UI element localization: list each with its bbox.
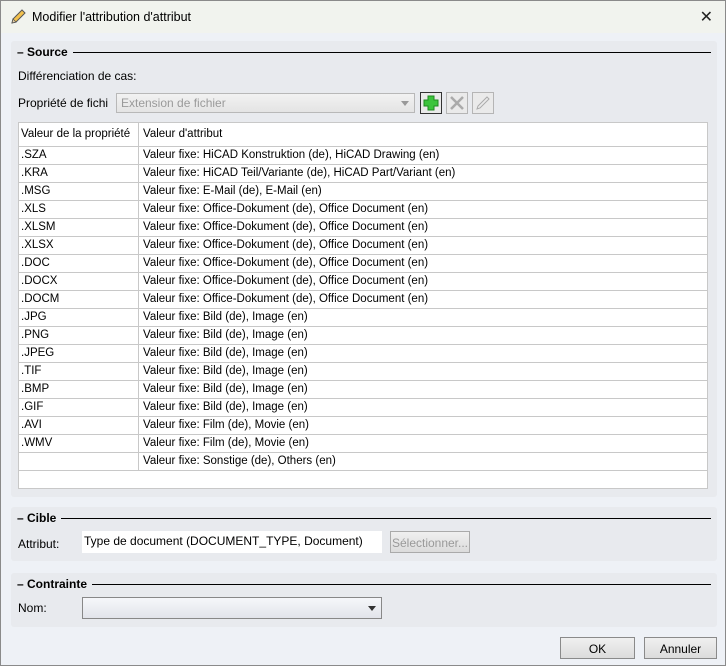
table-row[interactable]: .MSG Valeur fixe: E-Mail (de), E-Mail (en… [19,183,707,201]
table-row[interactable]: .DOCX Valeur fixe: Office-Dokument (de), … [19,273,707,291]
add-button[interactable] [420,92,442,114]
close-icon[interactable]: ✕ [700,7,713,27]
property-value-cell: .XLSM [19,219,139,236]
attribute-value-cell: Valeur fixe: HiCAD Konstruktion (de), Hi… [143,149,440,161]
source-heading: Source [27,45,68,59]
attribute-value-cell: Valeur fixe: Bild (de), Image (en) [143,329,308,341]
table-row[interactable]: .WMV Valeur fixe: Film (de), Movie (en) [19,435,707,453]
table-row[interactable]: .PNG Valeur fixe: Bild (de), Image (en) [19,327,707,345]
property-value-cell: .AVI [19,417,139,434]
table-row[interactable]: .KRA Valeur fixe: HiCAD Teil/Variante (de… [19,165,707,183]
attribute-value-cell: Valeur fixe: Film (de), Movie (en) [143,437,309,449]
table-row[interactable]: .XLSX Valeur fixe: Office-Dokument (de), … [19,237,707,255]
property-value-cell: .WMV [19,435,139,452]
table-row[interactable]: .SZA Valeur fixe: HiCAD Konstruktion (de)… [19,147,707,165]
target-heading: Cible [27,511,57,525]
property-value-cell: .PNG [19,327,139,344]
table-row[interactable]: .TIF Valeur fixe: Bild (de), Image (en) [19,363,707,381]
name-combo[interactable] [82,597,382,619]
table-row[interactable]: .JPG Valeur fixe: Bild (de), Image (en) [19,309,707,327]
property-value-cell: .MSG [19,183,139,200]
select-button[interactable]: Sélectionner... [390,531,470,553]
x-icon [450,96,464,110]
cancel-button[interactable]: Annuler [644,637,717,659]
table-row[interactable]: .AVI Valeur fixe: Film (de), Movie (en) [19,417,707,435]
chevron-down-icon [368,606,376,611]
ok-button[interactable]: OK [560,637,635,659]
property-value: Extension de fichier [121,96,226,110]
edit-button[interactable] [472,92,494,114]
chevron-down-icon [401,101,409,106]
attribute-value-cell: Valeur fixe: HiCAD Teil/Variante (de), H… [143,167,456,179]
pencil-icon [476,96,490,110]
column-header-property[interactable]: Valeur de la propriété [19,123,139,146]
attribute-value-cell: Valeur fixe: Office-Dokument (de), Offic… [143,221,429,233]
attribute-value-cell: Valeur fixe: Film (de), Movie (en) [143,419,309,431]
attribute-value-cell: Valeur fixe: Office-Dokument (de), Offic… [143,239,429,251]
attribute-value-cell: Valeur fixe: Bild (de), Image (en) [143,383,308,395]
mapping-table: Valeur de la propriété Valeur d'attribut… [18,122,708,489]
property-value-cell: .TIF [19,363,139,380]
dialog: Modifier l'attribution d'attribut ✕ – So… [0,0,726,666]
property-value-cell: .DOC [19,255,139,272]
attribute-value-cell: Valeur fixe: Bild (de), Image (en) [143,311,308,323]
attribute-value-cell: Valeur fixe: Office-Dokument (de), Offic… [143,203,429,215]
plus-icon [423,95,439,111]
pencil-icon [11,9,26,24]
table-header: Valeur de la propriété Valeur d'attribut [19,123,707,147]
property-value-cell: .SZA [19,147,139,164]
table-row[interactable]: Valeur fixe: Sonstige (de), Others (en) [19,453,707,471]
table-row[interactable]: .DOCM Valeur fixe: Office-Dokument (de), … [19,291,707,309]
table-row[interactable]: .GIF Valeur fixe: Bild (de), Image (en) [19,399,707,417]
table-row[interactable]: .BMP Valeur fixe: Bild (de), Image (en) [19,381,707,399]
attribute-value-cell: Valeur fixe: Office-Dokument (de), Offic… [143,293,429,305]
attribute-value-cell: Valeur fixe: Bild (de), Image (en) [143,365,308,377]
constraint-group: – Contrainte Nom: [11,573,717,627]
column-header-attribute[interactable]: Valeur d'attribut [139,123,707,146]
target-group: – Cible Attribut: Type de document (DOCU… [11,507,717,561]
attribute-value-cell: Valeur fixe: E-Mail (de), E-Mail (en) [143,185,322,197]
table-row[interactable]: .XLS Valeur fixe: Office-Dokument (de), O… [19,201,707,219]
title-bar: Modifier l'attribution d'attribut ✕ [1,1,725,33]
attribute-value-cell: Valeur fixe: Bild (de), Image (en) [143,401,308,413]
property-value-cell: .JPEG [19,345,139,362]
property-value-cell: .DOCM [19,291,139,308]
constraint-heading: Contrainte [27,577,88,591]
attribute-label: Attribut: [18,537,60,551]
case-label: Différenciation de cas: [18,69,137,83]
property-value-cell: .JPG [19,309,139,326]
property-value-cell: .BMP [19,381,139,398]
attribute-value-cell: Valeur fixe: Sonstige (de), Others (en) [143,455,336,467]
dialog-title: Modifier l'attribution d'attribut [32,10,192,24]
property-value-cell: .DOCX [19,273,139,290]
name-label: Nom: [18,601,47,615]
property-label: Propriété de fichi [18,96,109,110]
attribute-value-cell: Valeur fixe: Office-Dokument (de), Offic… [143,257,429,269]
property-combo[interactable]: Extension de fichier [116,93,415,113]
property-value-cell [19,453,139,470]
property-value-cell: .XLS [19,201,139,218]
table-row[interactable]: .JPEG Valeur fixe: Bild (de), Image (en) [19,345,707,363]
property-value-cell: .KRA [19,165,139,182]
table-row[interactable]: .DOC Valeur fixe: Office-Dokument (de), O… [19,255,707,273]
attribute-value-cell: Valeur fixe: Bild (de), Image (en) [143,347,308,359]
table-row[interactable]: .XLSM Valeur fixe: Office-Dokument (de), … [19,219,707,237]
property-value-cell: .XLSX [19,237,139,254]
delete-button[interactable] [446,92,468,114]
attribute-value-cell: Valeur fixe: Office-Dokument (de), Offic… [143,275,429,287]
property-value-cell: .GIF [19,399,139,416]
attribute-field[interactable]: Type de document (DOCUMENT_TYPE, Documen… [82,531,382,553]
